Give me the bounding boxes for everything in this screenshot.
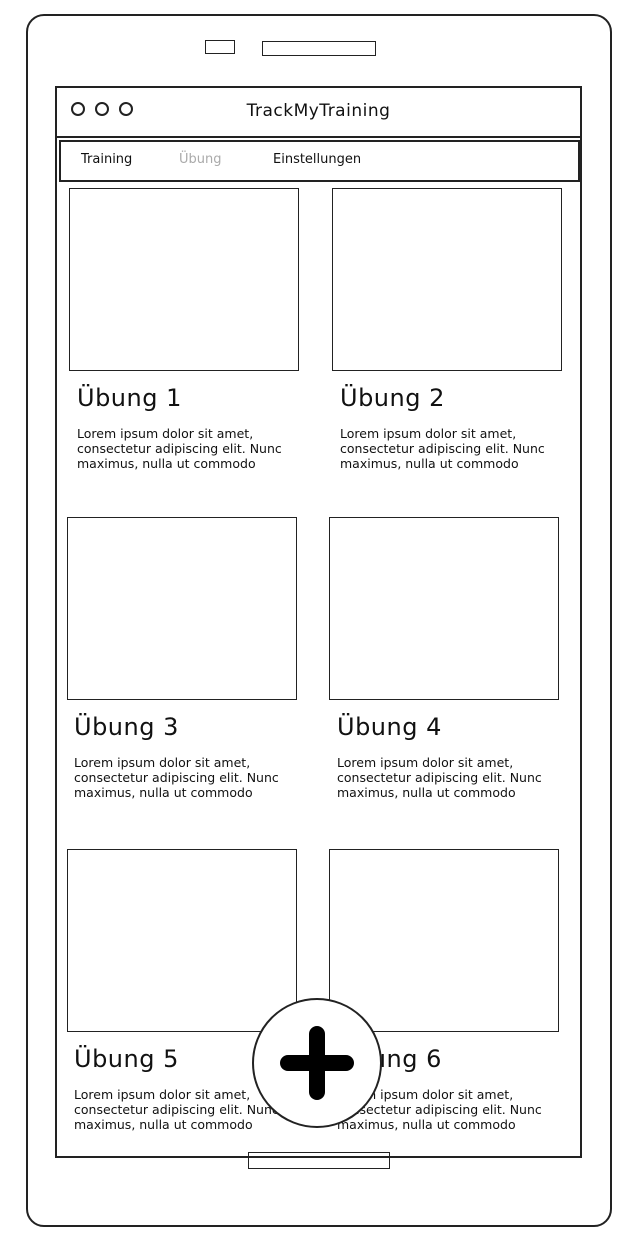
card-title[interactable]: Übung 4 (337, 713, 442, 741)
card-title[interactable]: Übung 3 (74, 713, 179, 741)
card-image[interactable] (329, 849, 559, 1032)
card-image[interactable] (67, 517, 297, 700)
nav-item-einstellungen[interactable]: Einstellungen (273, 152, 361, 167)
camera-slot (205, 40, 235, 54)
card-description: Lorem ipsum dolor sit amet, consectetur … (77, 426, 282, 471)
plus-icon (280, 1026, 354, 1100)
card-image[interactable] (69, 188, 299, 371)
card-image[interactable] (332, 188, 562, 371)
card-image[interactable] (329, 517, 559, 700)
app-title: TrackMyTraining (246, 101, 391, 121)
home-button[interactable] (248, 1152, 390, 1169)
nav-item-training[interactable]: Training (81, 152, 132, 167)
window-titlebar: TrackMyTraining (57, 88, 580, 138)
nav-bar: Training Übung Einstellungen (59, 140, 580, 182)
card-title[interactable]: Übung 5 (74, 1045, 179, 1073)
card-title[interactable]: Übung 2 (340, 384, 445, 412)
card-title[interactable]: Übung 1 (77, 384, 182, 412)
nav-item-uebung[interactable]: Übung (179, 152, 222, 167)
card-description: Lorem ipsum dolor sit amet, consectetur … (337, 755, 542, 800)
card-description: Lorem ipsum dolor sit amet, consectetur … (340, 426, 545, 471)
add-exercise-button[interactable] (252, 998, 382, 1128)
card-description: Lorem ipsum dolor sit amet, consectetur … (74, 755, 279, 800)
speaker-slot (262, 41, 376, 56)
card-image[interactable] (67, 849, 297, 1032)
